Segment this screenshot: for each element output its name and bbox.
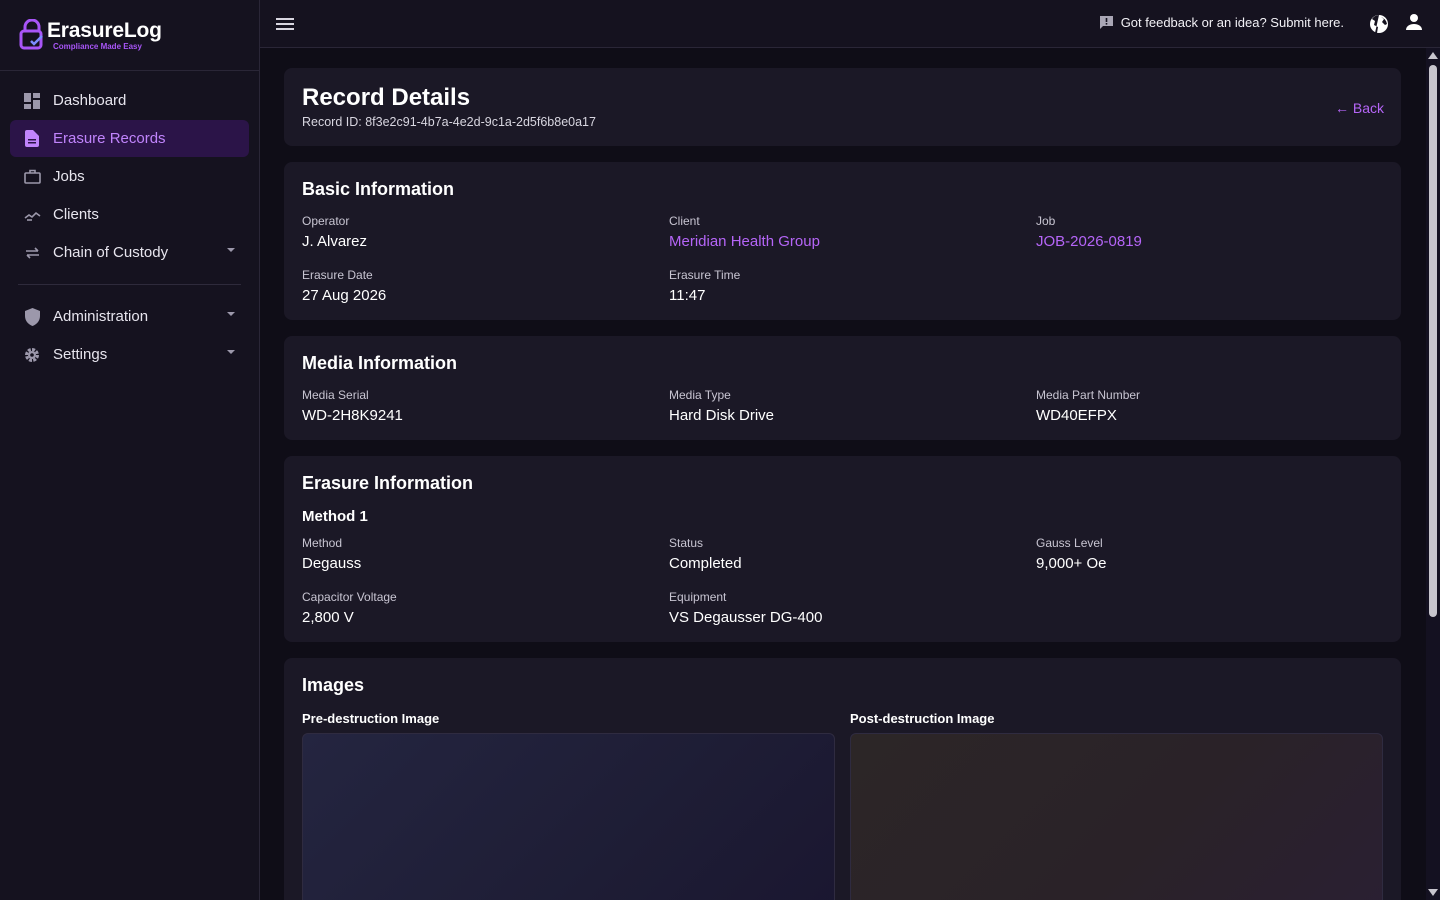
globe-icon[interactable] — [1369, 14, 1389, 34]
client-field: Client Meridian Health Group — [669, 214, 820, 251]
job-field: Job JOB-2026-0819 — [1036, 214, 1142, 251]
basic-information-card: Basic Information Operator J. Alvarez Cl… — [284, 162, 1401, 320]
page-title: Record Details — [302, 84, 471, 111]
menu-icon[interactable] — [276, 14, 294, 34]
erasure-information-card: Erasure Information Method 1 Method Dega… — [284, 456, 1401, 642]
sidebar-item-erasure-records[interactable]: Erasure Records — [10, 120, 249, 157]
sidebar-item-label: Dashboard — [53, 92, 127, 109]
sidebar-item-label: Erasure Records — [53, 130, 166, 147]
field-value: 9,000+ Oe — [1036, 555, 1107, 572]
operator-field: Operator J. Alvarez — [302, 214, 367, 251]
field-label: Method — [302, 536, 343, 550]
method-field: Method Degauss — [302, 536, 361, 573]
field-value: 11:47 — [669, 287, 706, 304]
field-value: WD-2H8K9241 — [302, 407, 403, 424]
sidebar-divider — [18, 284, 241, 285]
section-heading: Basic Information — [302, 179, 455, 199]
field-label: Media Serial — [302, 388, 369, 402]
field-label: Erasure Time — [669, 268, 741, 282]
scrollbar[interactable] — [1426, 48, 1440, 900]
sidebar-item-jobs[interactable]: Jobs — [10, 158, 249, 195]
client-link[interactable]: Meridian Health Group — [669, 233, 820, 251]
sidebar-item-chain-of-custody[interactable]: Chain of Custody — [10, 234, 249, 271]
record-header-card: Record Details Record ID: 8f3e2c91-4b7a-… — [284, 68, 1401, 146]
field-value: VS Degausser DG-400 — [669, 609, 823, 626]
section-heading: Media Information — [302, 353, 458, 373]
back-link[interactable]: ← Back — [1335, 100, 1384, 116]
field-label: Equipment — [669, 590, 727, 604]
media-information-card: Media Information Media Serial WD-2H8K92… — [284, 336, 1401, 440]
method-heading: Method 1 — [302, 508, 368, 525]
sidebar-item-label: Chain of Custody — [53, 244, 169, 261]
feedback-icon — [1099, 16, 1113, 29]
sidebar-item-label: Administration — [53, 308, 149, 325]
scroll-down-arrow-icon[interactable] — [1428, 889, 1438, 896]
erasure-date-field: Erasure Date 27 Aug 2026 — [302, 268, 386, 305]
sidebar: ErasureLog Compliance Made Easy Dashboar… — [0, 0, 260, 900]
field-value: 27 Aug 2026 — [302, 287, 387, 304]
field-label: Job — [1036, 214, 1056, 228]
briefcase-icon — [23, 168, 41, 186]
field-value: Completed — [669, 555, 742, 572]
field-value: Degauss — [302, 555, 362, 572]
brand[interactable]: ErasureLog Compliance Made Easy — [0, 0, 259, 71]
sidebar-nav: Dashboard Erasure Records Jobs Clients C… — [0, 71, 259, 373]
field-label: Operator — [302, 214, 350, 228]
capacitor-voltage-field: Capacitor Voltage 2,800 V — [302, 590, 397, 627]
field-label: Status — [669, 536, 704, 550]
field-label: Erasure Date — [302, 268, 373, 282]
post-destruction-label: Post-destruction Image — [850, 711, 995, 726]
field-label: Gauss Level — [1036, 536, 1103, 550]
shield-icon — [23, 307, 41, 326]
feedback-text: Got feedback or an idea? Submit here. — [1120, 15, 1344, 30]
media-type-field: Media Type Hard Disk Drive — [669, 388, 774, 425]
gauss-level-field: Gauss Level 9,000+ Oe — [1036, 536, 1106, 573]
field-label: Media Part Number — [1036, 388, 1141, 402]
chevron-down-icon — [227, 350, 235, 354]
record-id: Record ID: 8f3e2c91-4b7a-4e2d-9c1a-2d5f6… — [302, 115, 596, 129]
lock-check-logo-icon — [19, 19, 43, 50]
section-heading: Erasure Information — [302, 473, 474, 493]
media-part-number-field: Media Part Number WD40EFPX — [1036, 388, 1140, 425]
equipment-field: Equipment VS Degausser DG-400 — [669, 590, 822, 627]
handshake-icon — [23, 206, 41, 224]
pre-destruction-image[interactable] — [302, 733, 835, 900]
user-icon[interactable] — [1404, 12, 1424, 32]
chevron-down-icon — [227, 312, 235, 316]
topbar: Got feedback or an idea? Submit here. — [260, 0, 1440, 48]
post-destruction-image[interactable] — [850, 733, 1383, 900]
field-value: 2,800 V — [302, 609, 354, 626]
pre-destruction-label: Pre-destruction Image — [302, 711, 440, 726]
media-serial-field: Media Serial WD-2H8K9241 — [302, 388, 403, 425]
sidebar-item-dashboard[interactable]: Dashboard — [10, 82, 249, 119]
chevron-down-icon — [227, 248, 235, 252]
sidebar-item-label: Clients — [53, 206, 99, 223]
status-field: Status Completed — [669, 536, 742, 573]
field-value: WD40EFPX — [1036, 407, 1117, 424]
swap-icon — [23, 244, 41, 262]
field-label: Media Type — [669, 388, 731, 402]
field-label: Client — [669, 214, 700, 228]
field-label: Capacitor Voltage — [302, 590, 397, 604]
scrollbar-thumb[interactable] — [1429, 65, 1437, 617]
dashboard-icon — [23, 92, 41, 110]
sidebar-item-settings[interactable]: Settings — [10, 336, 249, 373]
sidebar-item-clients[interactable]: Clients — [10, 196, 249, 233]
field-value: Hard Disk Drive — [669, 407, 775, 424]
erasure-time-field: Erasure Time 11:47 — [669, 268, 740, 305]
sidebar-item-label: Jobs — [53, 168, 85, 185]
scroll-up-arrow-icon[interactable] — [1428, 52, 1438, 59]
field-value: J. Alvarez — [302, 233, 368, 250]
brand-name: ErasureLog — [47, 18, 162, 42]
sidebar-item-label: Settings — [53, 346, 108, 363]
section-heading: Images — [302, 675, 365, 695]
brand-tagline: Compliance Made Easy — [53, 41, 142, 51]
sidebar-item-administration[interactable]: Administration — [10, 298, 249, 335]
feedback-link[interactable]: Got feedback or an idea? Submit here. — [1099, 15, 1344, 30]
images-card: Images Pre-destruction Image Post-destru… — [284, 658, 1401, 900]
main-content: Record Details Record ID: 8f3e2c91-4b7a-… — [260, 48, 1426, 900]
gear-icon — [23, 346, 41, 364]
document-icon — [23, 130, 41, 148]
job-link[interactable]: JOB-2026-0819 — [1036, 233, 1142, 251]
